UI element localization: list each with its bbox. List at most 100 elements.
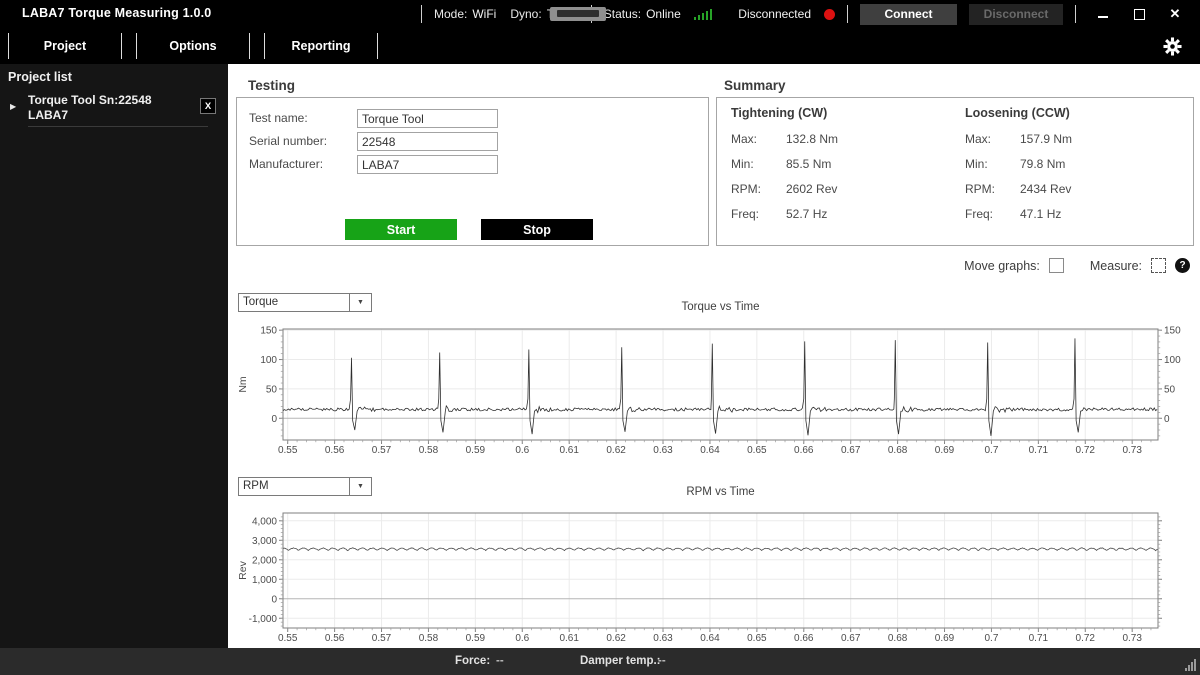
title-bar: LABA7 Torque Measuring 1.0.0 Mode: WiFi … xyxy=(0,0,1200,28)
status-bar: Force: -- Damper temp.: -- xyxy=(0,648,1200,675)
svg-text:3,000: 3,000 xyxy=(252,536,277,547)
svg-text:0.64: 0.64 xyxy=(700,633,720,644)
gear-icon[interactable] xyxy=(1163,37,1182,61)
ccw-max-label: Max: xyxy=(965,132,992,146)
svg-text:0.66: 0.66 xyxy=(794,445,814,456)
cw-freq-label: Freq: xyxy=(731,207,760,221)
close-icon[interactable]: ✕ xyxy=(1164,3,1186,25)
signal-strength-icon xyxy=(693,8,713,20)
dyno-label: Dyno: xyxy=(510,7,542,21)
tab-project[interactable]: Project xyxy=(8,33,122,59)
disconnect-button[interactable]: Disconnect xyxy=(969,3,1063,25)
svg-text:0.68: 0.68 xyxy=(888,633,908,644)
svg-text:0.73: 0.73 xyxy=(1122,445,1142,456)
summary-panel: Tightening (CW) Max: 132.8 Nm Min: 85.5 Nm… xyxy=(716,97,1194,246)
svg-text:0: 0 xyxy=(271,414,277,425)
svg-text:0.59: 0.59 xyxy=(466,633,486,644)
resize-grip[interactable] xyxy=(1185,659,1196,671)
dyno-selector-artifact xyxy=(550,7,607,21)
move-graphs-label: Move graphs: xyxy=(964,258,1040,273)
ccw-freq-value: 47.1 Hz xyxy=(1020,207,1062,221)
project-list-header: Project list xyxy=(8,70,72,84)
torque-vs-time-chart[interactable]: 0.55 0.56 0.57 0.58 0.59 0.6 0.61 0.62 0.63 0.64 0… xyxy=(236,318,1198,466)
summary-section-title: Summary xyxy=(724,78,786,93)
tightening-header: Tightening (CW) xyxy=(731,106,828,120)
svg-text:0.68: 0.68 xyxy=(888,445,908,456)
disconnected-dot-icon xyxy=(824,8,835,20)
measure-checkbox[interactable] xyxy=(1151,258,1166,273)
force-label: Force: xyxy=(455,655,491,667)
move-graphs-checkbox[interactable] xyxy=(1048,258,1064,273)
svg-text:0.69: 0.69 xyxy=(935,633,955,644)
svg-text:0.6: 0.6 xyxy=(515,633,529,644)
rpm-vs-time-chart[interactable]: 0.55 0.56 0.57 0.58 0.59 0.6 0.61 0.62 0.63 0.64 0… xyxy=(236,505,1198,648)
tab-options[interactable]: Options xyxy=(136,33,250,59)
svg-text:50: 50 xyxy=(266,384,278,395)
stop-button[interactable]: Stop xyxy=(481,219,593,240)
svg-text:0.7: 0.7 xyxy=(984,633,998,644)
app-window: LABA7 Torque Measuring 1.0.0 Mode: WiFi … xyxy=(0,0,1200,675)
svg-text:0.72: 0.72 xyxy=(1076,445,1096,456)
svg-text:0.69: 0.69 xyxy=(935,445,955,456)
project-list-item[interactable]: Torque Tool Sn:22548 LABA7 xyxy=(28,93,152,123)
window-controls: ✕ xyxy=(1092,3,1186,25)
ccw-freq-label: Freq: xyxy=(965,207,994,221)
help-icon[interactable]: ? xyxy=(1175,258,1190,273)
svg-text:0.61: 0.61 xyxy=(559,633,579,644)
title-bar-right: Mode: WiFi Dyno: Tool 1 Status: Online D… xyxy=(409,0,1194,28)
test-name-label: Test name: xyxy=(249,111,308,125)
mode-indicator: Mode: WiFi xyxy=(434,7,496,21)
svg-text:0.7: 0.7 xyxy=(984,445,998,456)
svg-text:0.72: 0.72 xyxy=(1076,633,1096,644)
svg-text:Rev: Rev xyxy=(237,560,249,579)
svg-text:1,000: 1,000 xyxy=(252,575,277,586)
svg-text:0.71: 0.71 xyxy=(1029,445,1049,456)
separator xyxy=(1075,5,1076,23)
app-title: LABA7 Torque Measuring 1.0.0 xyxy=(22,6,212,20)
ccw-rpm-value: 2434 Rev xyxy=(1020,182,1072,196)
test-name-field[interactable] xyxy=(357,109,498,128)
status-indicator: Status: Online xyxy=(604,7,713,21)
project-close-button[interactable]: X xyxy=(200,98,216,114)
cw-rpm-label: RPM: xyxy=(731,182,761,196)
mode-label: Mode: xyxy=(433,7,468,21)
svg-text:0.65: 0.65 xyxy=(747,633,767,644)
svg-text:0: 0 xyxy=(271,594,277,605)
maximize-icon[interactable] xyxy=(1128,3,1150,25)
svg-text:150: 150 xyxy=(1164,326,1181,337)
force-value: -- xyxy=(496,655,504,667)
tightening-column: Tightening (CW) Max: 132.8 Nm Min: 85.5 Nm… xyxy=(731,106,838,232)
svg-text:0.67: 0.67 xyxy=(841,445,861,456)
ccw-min-label: Min: xyxy=(965,157,988,171)
minimize-icon[interactable] xyxy=(1092,3,1114,25)
svg-text:0.59: 0.59 xyxy=(466,445,486,456)
cw-freq-value: 52.7 Hz xyxy=(786,207,828,221)
connect-button[interactable]: Connect xyxy=(860,3,957,25)
svg-text:0.57: 0.57 xyxy=(372,445,392,456)
svg-text:0.63: 0.63 xyxy=(653,633,673,644)
manufacturer-field[interactable] xyxy=(357,155,498,174)
cw-max-label: Max: xyxy=(731,132,758,146)
serial-number-field[interactable] xyxy=(357,132,498,151)
dyno-indicator: Dyno: Tool 1 xyxy=(510,7,607,21)
testing-section-title: Testing xyxy=(248,78,295,93)
cw-min-value: 85.5 Nm xyxy=(786,157,832,171)
tab-reporting[interactable]: Reporting xyxy=(264,33,378,59)
start-button[interactable]: Start xyxy=(345,219,457,240)
testing-panel: Test name: Serial number: Manufacturer: … xyxy=(236,97,709,246)
svg-text:100: 100 xyxy=(1164,355,1181,366)
svg-text:0.56: 0.56 xyxy=(325,633,345,644)
status-label: Status: xyxy=(603,7,642,21)
svg-text:50: 50 xyxy=(1164,384,1176,395)
svg-text:0.66: 0.66 xyxy=(794,633,814,644)
svg-text:Nm: Nm xyxy=(237,376,249,393)
svg-text:150: 150 xyxy=(260,326,277,337)
graph-controls: Move graphs: Measure: ? xyxy=(964,258,1190,273)
project-item-line2: LABA7 xyxy=(28,108,69,122)
svg-text:0.56: 0.56 xyxy=(325,445,345,456)
cw-min-label: Min: xyxy=(731,157,754,171)
svg-text:0.63: 0.63 xyxy=(653,445,673,456)
cw-rpm-value: 2602 Rev xyxy=(786,182,838,196)
expand-arrow-icon[interactable]: ▶ xyxy=(10,102,16,111)
main-content: Testing Test name: Serial number: Manufa… xyxy=(228,64,1200,648)
